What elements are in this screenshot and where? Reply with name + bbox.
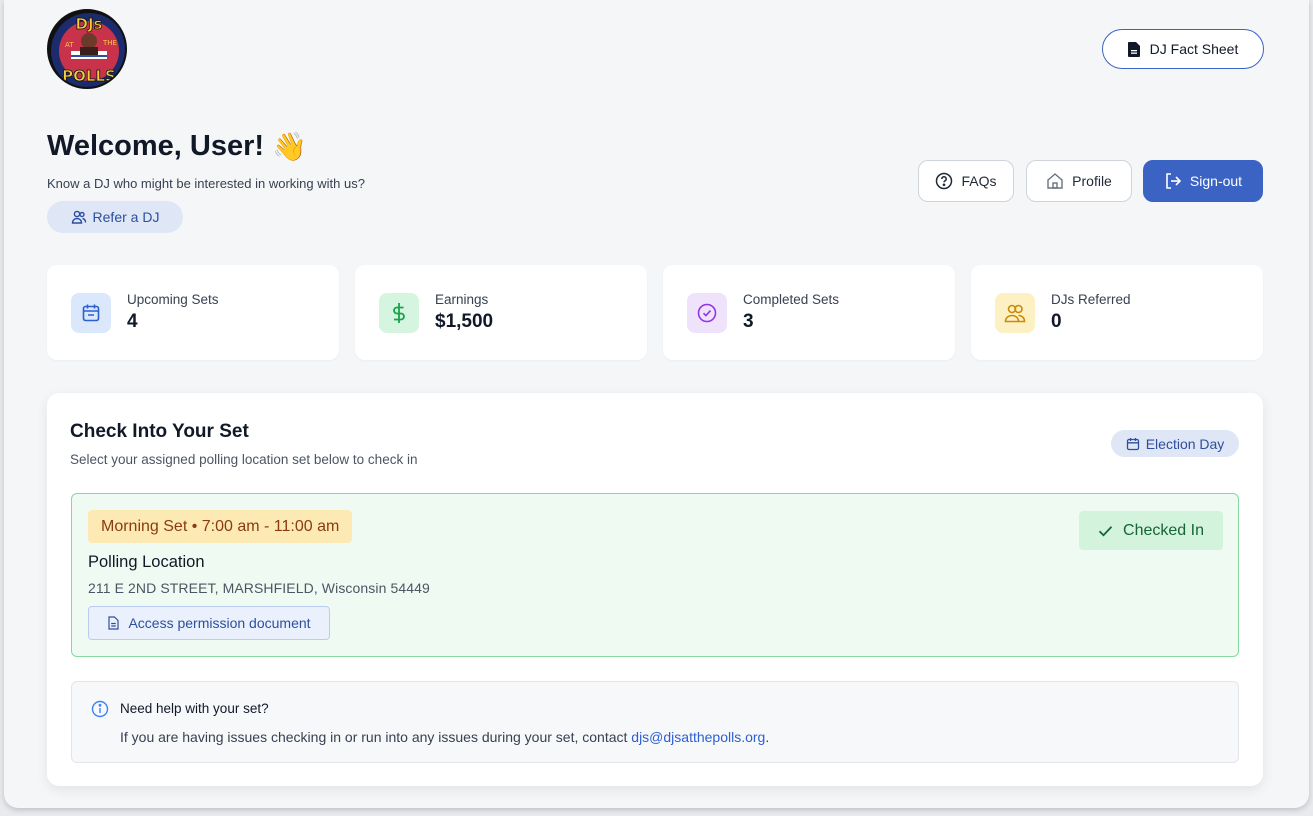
check-in-title: Check Into Your Set xyxy=(70,421,249,442)
stat-label: DJs Referred xyxy=(1051,292,1131,307)
svg-text:THE: THE xyxy=(102,39,117,47)
svg-text:AT: AT xyxy=(65,41,74,49)
stat-card-completed-sets: Completed Sets 3 xyxy=(663,265,955,360)
wave-emoji: 👋 xyxy=(272,130,307,163)
page-title: Welcome, User! 👋 xyxy=(47,130,307,163)
access-permission-document-label: Access permission document xyxy=(128,615,311,631)
calendar-icon xyxy=(1126,437,1139,450)
sign-out-label: Sign-out xyxy=(1189,173,1243,189)
check-icon xyxy=(1098,525,1113,536)
document-icon xyxy=(1127,41,1140,57)
stat-icon-box xyxy=(379,293,419,333)
dj-fact-sheet-button[interactable]: DJ Fact Sheet xyxy=(1102,29,1264,69)
set-time-badge: Morning Set • 7:00 am - 11:00 am xyxy=(88,510,353,543)
help-text-suffix: . xyxy=(765,729,770,745)
profile-button[interactable]: Profile xyxy=(1026,160,1132,202)
profile-label: Profile xyxy=(1072,173,1112,189)
election-day-badge: Election Day xyxy=(1111,430,1239,457)
access-permission-document-link[interactable]: Access permission document xyxy=(88,606,330,640)
stat-value: 3 xyxy=(743,311,754,332)
help-text-body: If you are having issues checking in or … xyxy=(120,729,628,745)
dj-fact-sheet-label: DJ Fact Sheet xyxy=(1149,41,1239,57)
help-circle-icon xyxy=(936,172,953,190)
check-in-card: Check Into Your Set Select your assigned… xyxy=(47,393,1263,786)
stat-value: 4 xyxy=(127,311,138,332)
checked-in-label: Checked In xyxy=(1123,521,1204,539)
logo-graphic: DJs AT THE POLLS xyxy=(51,13,125,87)
election-day-label: Election Day xyxy=(1145,435,1225,452)
users-icon xyxy=(71,210,86,224)
stat-label: Earnings xyxy=(435,292,489,307)
set-item[interactable]: Morning Set • 7:00 am - 11:00 am Polling… xyxy=(71,493,1239,657)
polling-location-address: 211 E 2ND STREET, MARSHFIELD, Wisconsin … xyxy=(88,580,430,596)
help-notice: Need help with your set? If you are havi… xyxy=(71,681,1239,763)
stat-value: 0 xyxy=(1051,311,1062,332)
polling-location-title: Polling Location xyxy=(88,553,205,571)
check-circle-icon xyxy=(697,303,717,323)
svg-text:POLLS: POLLS xyxy=(62,67,116,85)
logout-icon xyxy=(1166,173,1182,189)
welcome-subtitle: Know a DJ who might be interested in wor… xyxy=(47,176,365,191)
refer-dj-button[interactable]: Refer a DJ xyxy=(47,201,183,233)
stat-card-djs-referred: DJs Referred 0 xyxy=(971,265,1263,360)
info-icon xyxy=(91,700,109,718)
stat-label: Completed Sets xyxy=(743,292,840,307)
users-icon xyxy=(1004,304,1026,323)
dollar-icon xyxy=(393,303,405,323)
faqs-button[interactable]: FAQs xyxy=(918,160,1014,202)
document-icon xyxy=(108,616,120,630)
help-title: Need help with your set? xyxy=(120,701,269,716)
check-in-subtitle: Select your assigned polling location se… xyxy=(70,452,418,467)
sign-out-button[interactable]: Sign-out xyxy=(1143,160,1263,202)
stat-card-upcoming-sets: Upcoming Sets 4 xyxy=(47,265,339,360)
support-email-link[interactable]: djs@djsatthepolls.org xyxy=(631,729,765,745)
stat-card-earnings: Earnings $1,500 xyxy=(355,265,647,360)
refer-dj-label: Refer a DJ xyxy=(92,209,160,225)
stat-label: Upcoming Sets xyxy=(127,292,219,307)
stat-icon-box xyxy=(995,293,1035,333)
stat-icon-box xyxy=(687,293,727,333)
stat-value: $1,500 xyxy=(435,311,494,332)
welcome-text: Welcome, User! xyxy=(47,130,265,162)
svg-text:DJs: DJs xyxy=(76,15,103,33)
home-icon xyxy=(1047,173,1063,189)
app-window: DJs AT THE POLLS DJ Fact Sheet Welcome, … xyxy=(4,0,1309,808)
logo[interactable]: DJs AT THE POLLS xyxy=(47,9,127,89)
stat-icon-box xyxy=(71,293,111,333)
checked-in-status: Checked In xyxy=(1079,511,1223,550)
calendar-icon xyxy=(82,304,100,322)
help-text: If you are having issues checking in or … xyxy=(120,729,769,745)
faqs-label: FAQs xyxy=(961,173,997,189)
